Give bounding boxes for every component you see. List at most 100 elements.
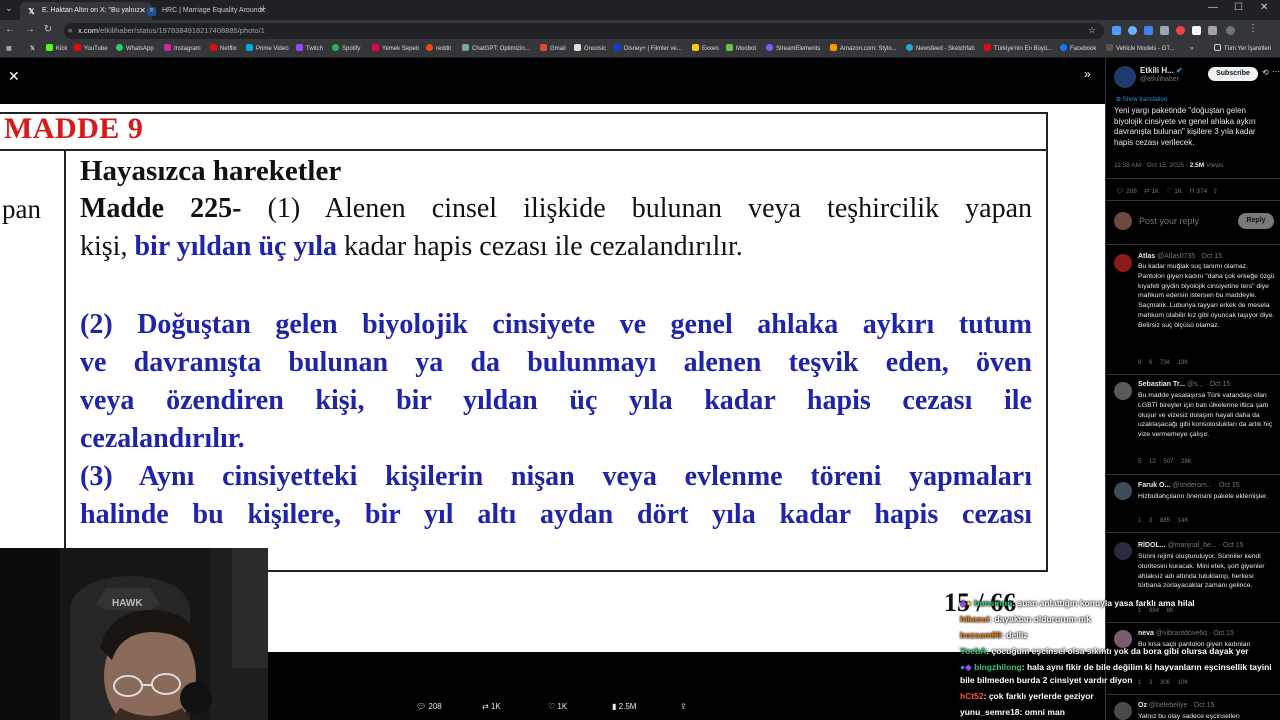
reply-author[interactable]: Sebastian Tr... @s... · Oct 15 (1138, 381, 1230, 388)
x-icon: 𝕏 (30, 46, 35, 52)
bookmark-item[interactable]: reddit (426, 44, 451, 55)
repost-icon[interactable]: ⇄ (1144, 188, 1149, 195)
document-line: kişi, bir yıldan üç yıla kadar hapis cez… (80, 231, 743, 262)
bookmark-item[interactable]: Gnoosic (574, 44, 606, 55)
all-bookmarks[interactable]: Tüm Yer İşaretleri (1214, 44, 1271, 55)
url-path: /etkilihaber/status/1978384918217408885/… (98, 26, 265, 35)
avatar[interactable] (1114, 66, 1136, 88)
reply-text: Bu madde yasalaşırsa Türk vatandaşı olan… (1138, 392, 1273, 439)
close-icon[interactable]: ✕ (8, 68, 20, 85)
close-window-icon[interactable]: ✕ (1260, 2, 1268, 13)
reply-author[interactable]: Atlas @Atlas0735 · Oct 15 (1138, 253, 1222, 260)
reply-stats: 6 6 734 19K (1138, 360, 1189, 366)
document-table-column-line (64, 150, 66, 550)
reply-text: Sünni rejimi oluşturuluyor. Sünniler ken… (1138, 553, 1265, 590)
bookmark-item[interactable]: Instagram (164, 44, 201, 55)
bookmark-item[interactable]: Prime Video (246, 44, 289, 55)
collapse-panel-icon[interactable]: » (1084, 67, 1091, 81)
extension-icon[interactable] (1128, 26, 1137, 35)
reply-action[interactable]: 💬︎ 208 (416, 702, 442, 711)
extension-icon[interactable] (1192, 26, 1201, 35)
avatar[interactable] (1114, 542, 1132, 560)
views-action[interactable]: ▮ 2.5M (612, 702, 636, 711)
reply-author[interactable]: Faruk O... @onderom... · Oct 15 (1138, 482, 1240, 489)
bookmark-item[interactable]: Yemek Sepeti (372, 44, 419, 55)
back-icon[interactable]: ← (4, 24, 16, 35)
subscribe-button[interactable]: Subscribe (1208, 67, 1258, 81)
bookmark-item[interactable]: Moobot (726, 44, 756, 55)
repost-action[interactable]: ⇄ 1K (482, 702, 501, 711)
avatar[interactable] (1114, 254, 1132, 272)
minimize-icon[interactable]: — (1208, 2, 1218, 13)
tab-search-button[interactable]: ⌄ (5, 3, 13, 14)
webcam-overlay: HAWK (0, 548, 268, 720)
avatar[interactable] (1114, 382, 1132, 400)
reload-icon[interactable]: ↻ (42, 24, 54, 35)
bookmark-item[interactable]: Vehicle Models - GT... (1106, 44, 1174, 55)
bookmark-item[interactable]: Exxen (692, 44, 719, 55)
tab-x-post[interactable]: 𝕏 E. Haktan Altın on X: "Bu yalnız ✕ (20, 2, 152, 20)
bookmark-item[interactable]: Gmail (540, 44, 566, 55)
extension-icon[interactable] (1144, 26, 1153, 35)
tab-hrc[interactable]: = HRC | Marriage Equality Around ✕ (140, 2, 272, 20)
bookmark-item[interactable]: Kick (46, 44, 67, 55)
bookmark-star-icon[interactable]: ☆ (1088, 25, 1096, 36)
views-icon: ▮ (612, 702, 617, 711)
bookmark-item[interactable]: Amazon.com: Stylo... (830, 44, 897, 55)
bookmark-x[interactable]: 𝕏 (30, 44, 35, 55)
verified-badge-icon: ✔ (1176, 66, 1183, 75)
apps-grid-icon[interactable]: ▦ (6, 44, 12, 55)
extensions-puzzle-icon[interactable] (1208, 26, 1217, 35)
bookmark-item[interactable]: Disney+ | Filmler ve... (614, 44, 682, 55)
heart-icon[interactable]: ♡ (1167, 188, 1173, 195)
show-translation-link[interactable]: ⊕ Show translation (1116, 96, 1167, 103)
bookmark-icon[interactable]: ⊓ (1189, 188, 1194, 195)
bookmark-item[interactable]: Netflix (210, 44, 237, 55)
extension-icon[interactable] (1176, 26, 1185, 35)
browser-menu-icon[interactable]: ⋮ (1248, 23, 1258, 34)
profile-avatar[interactable] (1226, 26, 1235, 35)
bookmark-item[interactable]: WhatsApp (116, 44, 154, 55)
bookmark-item[interactable]: YouTube (74, 44, 108, 55)
document-section-title: Hayasızca hareketler (80, 155, 342, 187)
chat-message-continued: bile bilmeden burda 2 cinsiyet vardır di… (960, 675, 1133, 685)
bookmark-item[interactable]: Twitch (296, 44, 323, 55)
bookmark-item[interactable]: ChatGPT: Optimizin... (462, 44, 530, 55)
bookmark-item[interactable]: Newsfeed - Sketchfab (906, 44, 975, 55)
like-action[interactable]: ♡ 1K (548, 702, 567, 711)
extension-icon[interactable] (1160, 26, 1169, 35)
prime-video-icon (246, 44, 253, 51)
bookmark-item[interactable]: Facebook (1060, 44, 1096, 55)
reply-input[interactable]: Post your reply (1139, 216, 1199, 226)
bookmark-item[interactable]: StreamElements (766, 44, 820, 55)
new-tab-button[interactable]: + (260, 3, 266, 15)
chat-badge-icon: ◆ (965, 662, 972, 672)
maximize-icon[interactable]: ☐ (1234, 2, 1243, 13)
grok-icon[interactable]: ⟲ (1262, 68, 1269, 77)
tab-label: E. Haktan Altın on X: "Bu yalnız (42, 7, 140, 14)
share-icon[interactable]: ⇪ (1213, 188, 1218, 195)
more-bookmarks-icon[interactable]: » (1190, 44, 1193, 55)
chatgpt-icon (462, 44, 469, 51)
site-info-icon[interactable]: ≡ (68, 23, 72, 39)
reply-button[interactable]: Reply (1238, 213, 1274, 229)
divider (1106, 178, 1280, 179)
gmail-icon (540, 44, 547, 51)
bookmark-item[interactable]: Türkiye'nin En Büyü... (984, 44, 1052, 55)
author-name[interactable]: Etkili H... ✔ (1140, 66, 1183, 75)
more-options-icon[interactable]: ⋯ (1272, 67, 1280, 76)
share-icon[interactable]: ⇪ (680, 702, 687, 711)
bookmark-item[interactable]: Spotify (332, 44, 360, 55)
reply-author[interactable]: RİDOL... @marijnal_be... · Oct 15 (1138, 542, 1244, 549)
reply-icon[interactable]: 💬︎ (1116, 188, 1124, 195)
divider (1106, 374, 1280, 375)
facebook-icon (1060, 44, 1067, 51)
extension-icon[interactable] (1112, 26, 1121, 35)
forward-icon[interactable]: → (24, 24, 36, 35)
document-table-divider (0, 149, 1048, 151)
divider (1106, 200, 1280, 201)
address-bar[interactable]: ≡ x.com/etkilihaber/status/1978384918217… (64, 23, 1104, 39)
browser-tab-bar: ⌄ 𝕏 E. Haktan Altın on X: "Bu yalnız ✕ =… (0, 0, 1280, 20)
avatar[interactable] (1114, 482, 1132, 500)
chat-message: ◆● hunsinnn: şuan anlattığın konuyla yas… (960, 598, 1195, 608)
